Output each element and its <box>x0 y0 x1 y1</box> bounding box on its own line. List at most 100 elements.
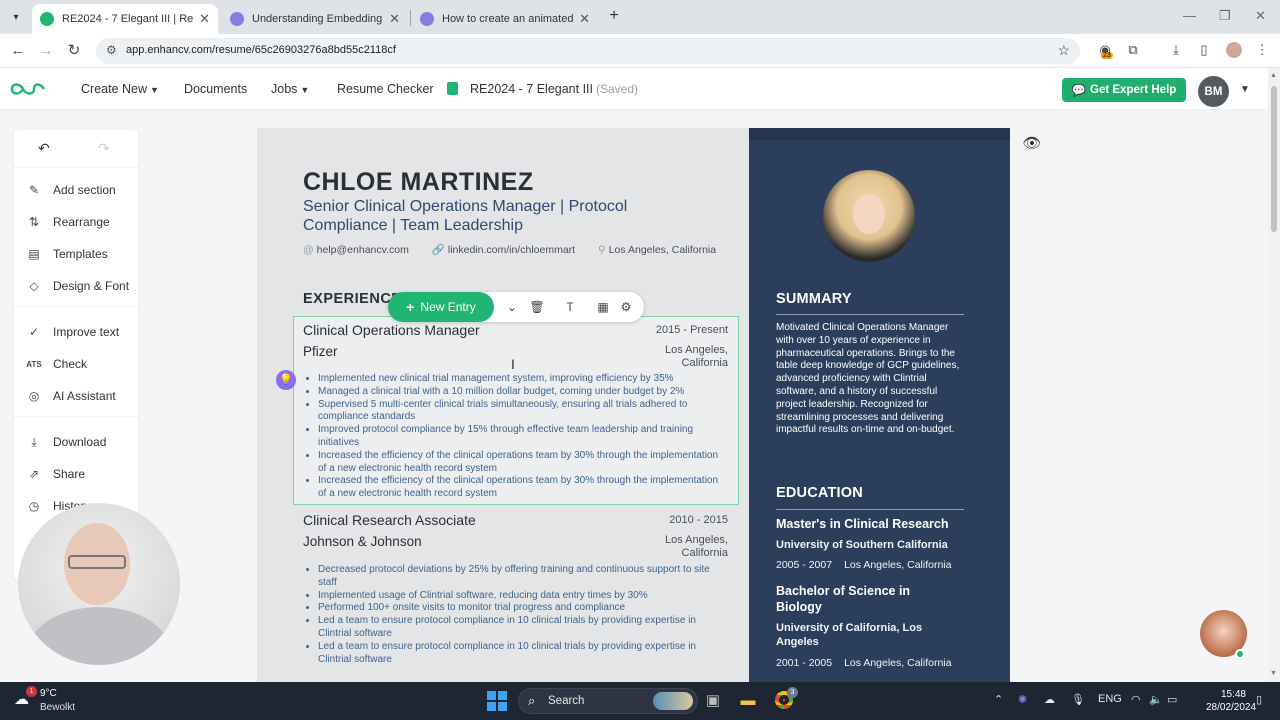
lightbulb-icon[interactable]: 💡 <box>276 370 296 390</box>
tab-search-icon[interactable]: ▾ <box>6 7 26 27</box>
notification-icon[interactable]: ▯ <box>1256 693 1262 706</box>
job-location[interactable]: Los Angeles, California <box>628 534 728 560</box>
language-indicator[interactable]: ENG <box>1098 693 1122 705</box>
education-school[interactable]: University of California, Los Angeles <box>776 621 946 649</box>
sidebar-item-share[interactable]: ⇗ Share <box>26 464 85 484</box>
caret-down-icon[interactable]: ▼ <box>1240 84 1250 95</box>
job-dates[interactable]: 2015 - Present <box>608 324 728 336</box>
bullet-item[interactable]: Improved protocol compliance by 15% thro… <box>318 424 723 450</box>
contact-email[interactable]: @ help@enhancv.com <box>303 244 419 256</box>
page-scrollbar[interactable]: ▲ ▼ <box>1268 68 1280 682</box>
experience-heading[interactable]: EXPERIENCE <box>303 291 401 307</box>
redo-icon[interactable]: ↷ <box>98 140 110 157</box>
text-format-icon[interactable]: T <box>561 298 579 316</box>
bullet-item[interactable]: Implemented new clinical trial managemen… <box>318 373 723 386</box>
temperature[interactable]: 9°C <box>40 688 57 699</box>
scroll-down-icon[interactable]: ▼ <box>1270 670 1277 677</box>
calendar-icon[interactable]: ▦ <box>594 298 612 316</box>
bullet-item[interactable]: Led a team to ensure protocol compliance… <box>318 641 723 667</box>
bullet-item[interactable]: Led a team to ensure protocol compliance… <box>318 615 723 641</box>
site-info-icon[interactable]: ⚙ <box>106 43 117 57</box>
bullet-item[interactable]: Decreased protocol deviations by 25% by … <box>318 564 723 590</box>
new-entry-button[interactable]: + New Entry <box>388 292 494 322</box>
close-icon[interactable]: ✕ <box>579 11 590 27</box>
bullet-item[interactable]: Increased the efficiency of the clinical… <box>318 450 723 476</box>
close-window-icon[interactable]: ✕ <box>1255 8 1266 24</box>
close-icon[interactable]: ✕ <box>389 11 400 27</box>
nav-documents[interactable]: Documents <box>184 82 247 96</box>
job-dates[interactable]: 2010 - 2015 <box>608 514 728 526</box>
sidebar-item-templates[interactable]: ▤ Templates <box>26 244 107 264</box>
tray-app-icon[interactable]: ✺ <box>1018 693 1027 706</box>
sidebar-item-download[interactable]: ⤓ Download <box>26 432 106 452</box>
minimize-icon[interactable]: — <box>1183 8 1196 23</box>
resume-title[interactable]: Senior Clinical Operations Manager | Pro… <box>303 197 683 235</box>
microphone-icon[interactable]: 🎙 <box>1071 693 1085 706</box>
tray-chevron-icon[interactable]: ⌃ <box>994 693 1003 706</box>
chevron-down-icon[interactable]: ⌄ <box>503 298 521 316</box>
education-heading[interactable]: EDUCATION <box>776 485 863 501</box>
bookmark-star-icon[interactable]: ☆ <box>1057 42 1070 59</box>
trash-icon[interactable]: 🗑 <box>528 298 546 316</box>
enhancv-logo-icon[interactable] <box>10 80 46 98</box>
job-title[interactable]: Clinical Research Associate <box>303 512 476 528</box>
education-degree[interactable]: Bachelor of Science in Biology <box>776 583 946 615</box>
download-icon[interactable]: ⤓ <box>1167 41 1185 59</box>
restore-icon[interactable]: ❐ <box>1219 8 1231 24</box>
profile-photo[interactable] <box>823 170 915 262</box>
close-icon[interactable]: ✕ <box>199 11 210 27</box>
volume-icon[interactable]: 🔈 <box>1149 693 1163 706</box>
resume-name[interactable]: CHLOE MARTINEZ <box>303 168 534 197</box>
preview-eye-icon[interactable]: 👁 <box>1018 130 1046 158</box>
tab-resume[interactable]: RE2024 - 7 Elegant III | Resume ✕ <box>32 4 218 34</box>
bullet-item[interactable]: Performed 100+ onsite visits to monitor … <box>318 602 723 615</box>
new-tab-icon[interactable]: + <box>604 6 624 26</box>
browser-profile-avatar[interactable] <box>1226 42 1242 58</box>
bullet-item[interactable]: Implemented usage of Clintrial software,… <box>318 590 723 603</box>
education-degree[interactable]: Master's in Clinical Research <box>776 516 976 532</box>
sidebar-item-rearrange[interactable]: ⇅ Rearrange <box>26 212 110 232</box>
battery-icon[interactable]: ▭ <box>1167 693 1177 706</box>
sidebar-item-ai-assistant[interactable]: ◎ AI Assistant <box>26 386 116 406</box>
contact-location[interactable]: ⚲ Los Angeles, California <box>598 244 726 256</box>
sidebar-item-check[interactable]: ATS Check <box>26 354 87 374</box>
education-school[interactable]: University of Southern California <box>776 538 966 552</box>
task-view-icon[interactable]: ▣ <box>703 691 723 711</box>
system-clock[interactable]: 15:48 28/02/2024 <box>1206 688 1256 714</box>
get-expert-help-button[interactable]: 💬 Get Expert Help <box>1062 78 1186 102</box>
contact-linkedin[interactable]: 🔗 linkedin.com/in/chloemmart <box>432 244 585 256</box>
undo-icon[interactable]: ↶ <box>38 140 50 157</box>
nav-resume-checker[interactable]: Resume Checker <box>337 82 434 96</box>
bullet-item[interactable]: Managed a clinical trial with a 10 milli… <box>318 386 723 399</box>
weather-description[interactable]: Bewolkt <box>40 702 75 713</box>
user-avatar[interactable]: BM <box>1198 76 1229 107</box>
windows-start-icon[interactable] <box>487 691 507 711</box>
bullet-item[interactable]: Supervised 5 multi-center clinical trial… <box>318 399 723 425</box>
forward-icon[interactable]: → <box>36 41 56 61</box>
onedrive-cloud-icon[interactable]: ☁ <box>1044 693 1055 706</box>
wifi-icon[interactable]: ◠ <box>1131 693 1141 706</box>
back-icon[interactable]: ← <box>8 41 28 61</box>
sidebar-item-add-section[interactable]: ✎ Add section <box>26 180 116 200</box>
sidebar-item-design-font[interactable]: ◇ Design & Font <box>26 276 129 296</box>
reload-icon[interactable]: ↻ <box>64 41 84 61</box>
tab-embedding[interactable]: Understanding Embedding with ✕ <box>222 4 408 34</box>
file-explorer-icon[interactable]: ▬ <box>738 691 758 711</box>
job-title[interactable]: Clinical Operations Manager <box>303 322 480 338</box>
summary-text[interactable]: Motivated Clinical Operations Manager wi… <box>776 322 968 437</box>
summary-heading[interactable]: SUMMARY <box>776 291 852 307</box>
job-company[interactable]: Johnson & Johnson <box>303 534 422 549</box>
taskbar-search[interactable]: ⌕ Search <box>518 688 698 714</box>
sidebar-item-improve-text[interactable]: ✓ Improve text <box>26 322 119 342</box>
scrollbar-thumb[interactable] <box>1271 86 1277 232</box>
education-years[interactable]: 2001 - 2005 <box>776 657 832 669</box>
education-years[interactable]: 2005 - 2007 <box>776 559 832 571</box>
job-location[interactable]: Los Angeles, California <box>628 344 728 370</box>
scroll-up-icon[interactable]: ▲ <box>1270 72 1277 79</box>
menu-kebab-icon[interactable]: ⋮ <box>1253 41 1271 59</box>
education-location[interactable]: Los Angeles, California <box>844 657 951 669</box>
extensions-puzzle-icon[interactable]: ⧉ <box>1124 41 1142 59</box>
url-text[interactable]: app.enhancv.com/resume/65c26903276a8bd55… <box>126 44 396 56</box>
nav-create-new[interactable]: Create New ▼ <box>81 82 159 96</box>
tab-gif[interactable]: How to create an animated GIF ✕ <box>412 4 598 34</box>
